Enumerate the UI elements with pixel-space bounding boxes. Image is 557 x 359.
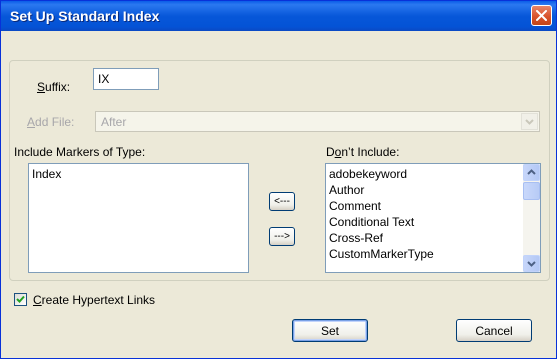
include-markers-label: Include Markers of Type: bbox=[14, 145, 146, 159]
close-icon bbox=[536, 10, 547, 21]
list-item[interactable]: Comment bbox=[326, 198, 522, 214]
list-item[interactable]: Conditional Text bbox=[326, 214, 522, 230]
scroll-up-button[interactable] bbox=[523, 164, 540, 181]
hypertext-checkbox[interactable] bbox=[14, 293, 27, 306]
scroll-down-button[interactable] bbox=[523, 255, 540, 272]
set-button[interactable]: Set bbox=[292, 319, 368, 342]
move-left-button[interactable]: <--- bbox=[269, 192, 295, 211]
suffix-label: Suffix: bbox=[37, 80, 71, 94]
include-markers-list[interactable]: Index bbox=[28, 163, 249, 273]
hypertext-label[interactable]: Create Hypertext Links bbox=[33, 293, 155, 307]
dont-include-label: Don’t Include: bbox=[326, 145, 400, 159]
list-item[interactable]: CustomMarkerType bbox=[326, 246, 522, 262]
vertical-scrollbar[interactable] bbox=[523, 164, 540, 272]
add-file-selected: After bbox=[101, 115, 127, 129]
chevron-down-icon bbox=[525, 119, 534, 125]
chevron-down-icon bbox=[527, 261, 536, 267]
move-right-button[interactable]: ---> bbox=[269, 227, 295, 246]
add-file-dropdown-button[interactable] bbox=[521, 113, 538, 130]
list-item[interactable]: adobekeyword bbox=[326, 166, 522, 182]
suffix-input[interactable] bbox=[93, 68, 159, 90]
cancel-button[interactable]: Cancel bbox=[456, 319, 532, 342]
list-item[interactable]: Author bbox=[326, 182, 522, 198]
dont-include-list[interactable]: adobekeyword Author Comment Conditional … bbox=[325, 163, 541, 273]
title-bar[interactable]: Set Up Standard Index bbox=[1, 1, 556, 31]
scroll-thumb[interactable] bbox=[523, 182, 540, 200]
list-item[interactable]: Index bbox=[29, 166, 248, 182]
dialog-window: Set Up Standard Index Suffix: Add File: … bbox=[0, 0, 557, 359]
checkmark-icon bbox=[16, 295, 25, 303]
dialog-title: Set Up Standard Index bbox=[10, 8, 160, 24]
close-button[interactable] bbox=[531, 5, 552, 26]
chevron-up-icon bbox=[527, 169, 536, 175]
add-file-label: Add File: bbox=[27, 115, 75, 129]
add-file-select[interactable]: After bbox=[95, 111, 540, 132]
list-item[interactable]: Cross-Ref bbox=[326, 230, 522, 246]
